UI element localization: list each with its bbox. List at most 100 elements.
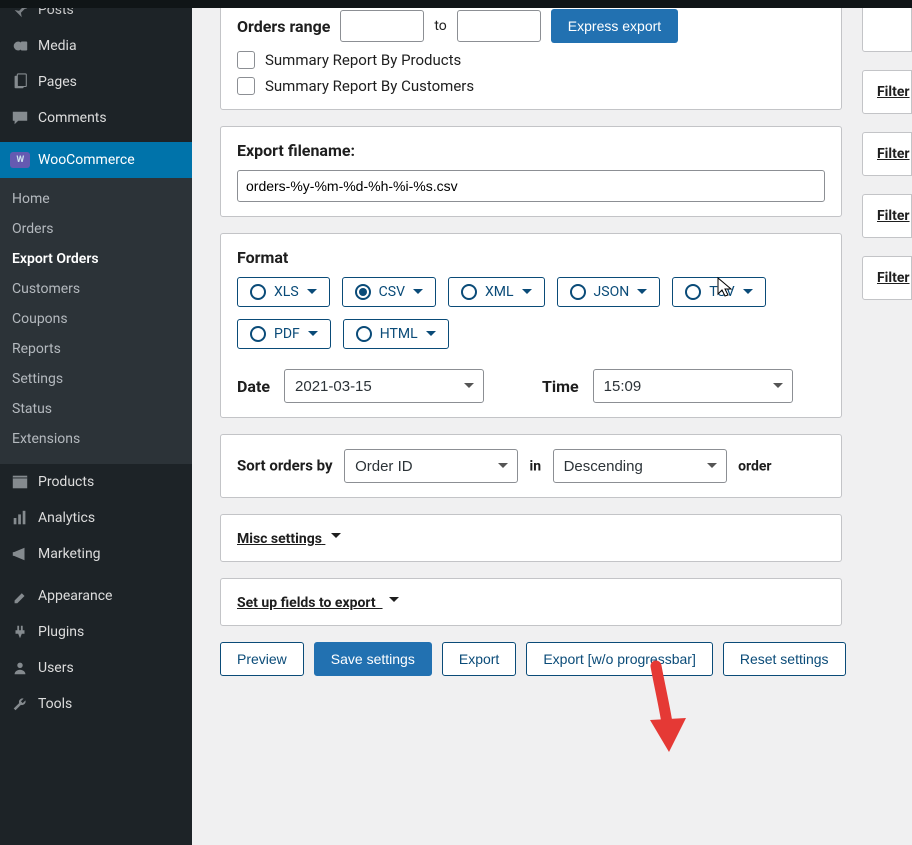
sidebar-item-label: Products <box>38 474 94 490</box>
chevron-down-icon <box>331 533 341 543</box>
right-filter-column: Filter Filter Filter Filter <box>862 0 912 300</box>
format-option-html[interactable]: HTML <box>343 319 449 349</box>
sub-item-home[interactable]: Home <box>0 184 192 214</box>
export-wo-progress-button[interactable]: Export [w/o progressbar] <box>526 642 713 676</box>
sub-item-export-orders[interactable]: Export Orders <box>0 244 192 274</box>
chevron-down-icon <box>522 289 532 299</box>
sub-item-status[interactable]: Status <box>0 394 192 424</box>
sidebar-item-media[interactable]: Media <box>0 28 192 64</box>
sort-panel: Sort orders by Order ID in Descending or… <box>220 434 842 498</box>
media-icon <box>10 36 30 56</box>
filter-box-peek[interactable]: Filter <box>862 194 912 238</box>
marketing-icon <box>10 544 30 564</box>
misc-settings-panel[interactable]: Misc settings <box>220 514 842 562</box>
orders-range-from-input[interactable] <box>340 10 424 42</box>
format-option-xls[interactable]: XLS <box>237 277 330 307</box>
chevron-down-icon <box>308 331 318 341</box>
sub-item-extensions[interactable]: Extensions <box>0 424 192 454</box>
time-select[interactable]: 15:09 <box>593 369 793 403</box>
main-content: Orders range to Express export Summary R… <box>192 0 912 845</box>
sort-field-select[interactable]: Order ID <box>344 449 518 483</box>
sidebar-item-label: Marketing <box>38 546 101 562</box>
setup-fields-panel[interactable]: Set up fields to export <box>220 578 842 626</box>
filter-box-peek[interactable]: Filter <box>862 132 912 176</box>
export-filename-label: Export filename: <box>237 141 825 160</box>
plugins-icon <box>10 622 30 642</box>
admin-topbar <box>0 0 912 8</box>
sidebar-item-analytics[interactable]: Analytics <box>0 500 192 536</box>
misc-settings-toggle: Misc settings <box>237 531 341 547</box>
format-options: XLS CSV XML JSON TSV PDF HTML <box>237 277 825 349</box>
comment-icon <box>10 108 30 128</box>
save-settings-button[interactable]: Save settings <box>314 642 432 676</box>
sidebar-item-label: Users <box>38 660 74 676</box>
format-option-pdf[interactable]: PDF <box>237 319 331 349</box>
sidebar-item-label: Comments <box>38 110 107 126</box>
sub-item-orders[interactable]: Orders <box>0 214 192 244</box>
export-button[interactable]: Export <box>442 642 516 676</box>
export-filename-panel: Export filename: <box>220 126 842 217</box>
date-select[interactable]: 2021-03-15 <box>284 369 484 403</box>
summary-products-label: Summary Report By Products <box>265 51 461 69</box>
sidebar-item-label: Plugins <box>38 624 84 640</box>
time-label: Time <box>542 377 579 396</box>
sidebar-item-label: Media <box>38 38 77 54</box>
orders-range-label: Orders range <box>237 17 330 36</box>
chevron-down-icon <box>413 289 423 299</box>
sidebar-item-appearance[interactable]: Appearance <box>0 578 192 614</box>
format-option-csv[interactable]: CSV <box>342 277 436 307</box>
sub-item-coupons[interactable]: Coupons <box>0 304 192 334</box>
export-filename-input[interactable] <box>237 170 825 202</box>
filter-box-peek[interactable]: Filter <box>862 70 912 114</box>
summary-customers-label: Summary Report By Customers <box>265 77 474 95</box>
chevron-down-icon <box>389 597 399 607</box>
users-icon <box>10 658 30 678</box>
chevron-down-icon <box>426 331 436 341</box>
chevron-down-icon <box>307 289 317 299</box>
sidebar-item-woocommerce[interactable]: W WooCommerce <box>0 142 192 178</box>
sort-trail-label: order <box>738 459 771 475</box>
action-buttons: Preview Save settings Export Export [w/o… <box>220 642 856 676</box>
page-icon <box>10 72 30 92</box>
sidebar-item-label: Analytics <box>38 510 95 526</box>
summary-customers-checkbox[interactable] <box>237 77 255 95</box>
setup-fields-toggle: Set up fields to export <box>237 595 399 611</box>
express-export-button[interactable]: Express export <box>551 9 678 43</box>
chevron-down-icon <box>743 289 753 299</box>
sub-item-settings[interactable]: Settings <box>0 364 192 394</box>
filter-box-peek[interactable] <box>862 4 912 52</box>
analytics-icon <box>10 508 30 528</box>
sidebar-item-plugins[interactable]: Plugins <box>0 614 192 650</box>
woocommerce-icon: W <box>10 150 30 170</box>
sidebar-item-label: WooCommerce <box>38 152 135 168</box>
preview-button[interactable]: Preview <box>220 642 304 676</box>
tools-icon <box>10 694 30 714</box>
sidebar-item-users[interactable]: Users <box>0 650 192 686</box>
format-label: Format <box>237 248 825 267</box>
format-option-tsv[interactable]: TSV <box>672 277 765 307</box>
admin-sidebar: Posts Media Pages Comments W WooCommerce… <box>0 0 192 845</box>
sidebar-item-label: Appearance <box>38 588 112 604</box>
format-option-json[interactable]: JSON <box>557 277 661 307</box>
sub-item-reports[interactable]: Reports <box>0 334 192 364</box>
sidebar-item-pages[interactable]: Pages <box>0 64 192 100</box>
orders-range-separator: to <box>434 18 446 34</box>
summary-products-checkbox[interactable] <box>237 51 255 69</box>
date-label: Date <box>237 377 270 396</box>
sub-item-customers[interactable]: Customers <box>0 274 192 304</box>
products-icon <box>10 472 30 492</box>
sidebar-item-comments[interactable]: Comments <box>0 100 192 136</box>
reset-settings-button[interactable]: Reset settings <box>723 642 846 676</box>
filter-box-peek[interactable]: Filter <box>862 256 912 300</box>
sidebar-item-marketing[interactable]: Marketing <box>0 536 192 572</box>
format-option-xml[interactable]: XML <box>448 277 545 307</box>
woocommerce-submenu: Home Orders Export Orders Customers Coup… <box>0 178 192 464</box>
chevron-down-icon <box>637 289 647 299</box>
sidebar-item-label: Pages <box>38 74 77 90</box>
orders-range-to-input[interactable] <box>457 10 541 42</box>
format-panel: Format XLS CSV XML JSON TSV PDF HTML Dat… <box>220 233 842 418</box>
sidebar-item-tools[interactable]: Tools <box>0 686 192 722</box>
sidebar-item-products[interactable]: Products <box>0 464 192 500</box>
sort-direction-select[interactable]: Descending <box>553 449 727 483</box>
sort-in-label: in <box>530 459 542 475</box>
